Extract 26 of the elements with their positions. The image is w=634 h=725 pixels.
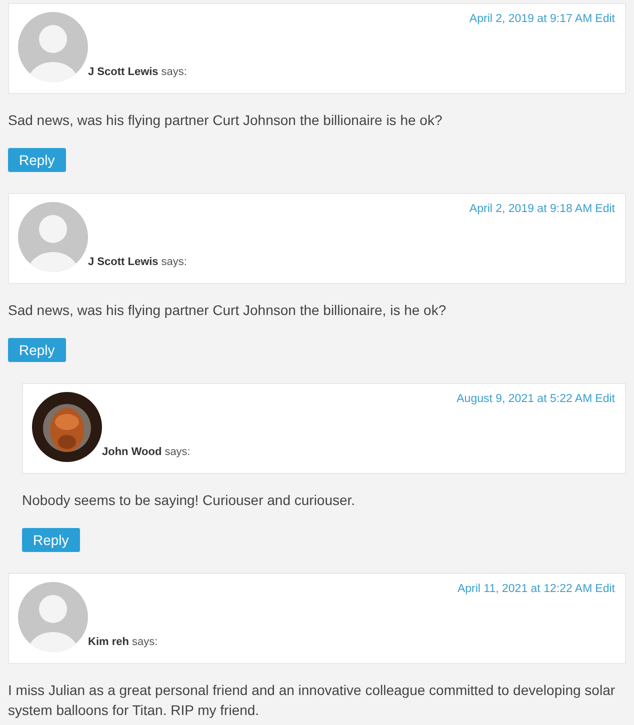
author-name: Kim reh: [88, 635, 129, 649]
edit-link[interactable]: Edit: [595, 392, 615, 406]
author-name: John Wood: [102, 445, 162, 459]
comment-text: I miss Julian as a great personal friend and an innovative colleague committed to developing solar system balloons for Titan. RIP my friend.: [8, 681, 616, 720]
edit-link[interactable]: Edit: [595, 582, 615, 596]
date-link[interactable]: April 11, 2021 at 12:22 AM: [457, 582, 592, 596]
comment-text: Nobody seems to be saying! Curiouser and curiouser.: [22, 491, 356, 510]
author-name: J Scott Lewis: [88, 65, 158, 79]
edit-link[interactable]: Edit: [595, 202, 615, 216]
edit-link[interactable]: Edit: [595, 12, 615, 26]
avatar-icon: [18, 582, 88, 652]
avatar-icon: [18, 202, 88, 272]
date-link[interactable]: April 2, 2019 at 9:17 AM: [469, 12, 592, 26]
says-label: says:: [161, 255, 187, 269]
author-name: J Scott Lewis: [88, 255, 158, 269]
says-label: says:: [164, 445, 190, 459]
date-link[interactable]: August 9, 2021 at 5:22 AM: [456, 392, 592, 406]
comment-text: Sad news, was his flying partner Curt Johnson the billionaire is he ok?: [8, 111, 444, 130]
avatar-icon: [18, 12, 88, 82]
says-label: says:: [161, 65, 187, 79]
comment-text: Sad news, was his flying partner Curt Johnson the billionaire, is he ok?: [8, 301, 448, 320]
reply-button[interactable]: Reply: [8, 148, 66, 172]
reply-button[interactable]: Reply: [22, 528, 80, 552]
date-link[interactable]: April 2, 2019 at 9:18 AM: [469, 202, 592, 216]
says-label: says:: [132, 635, 158, 649]
reply-button[interactable]: Reply: [8, 338, 66, 362]
